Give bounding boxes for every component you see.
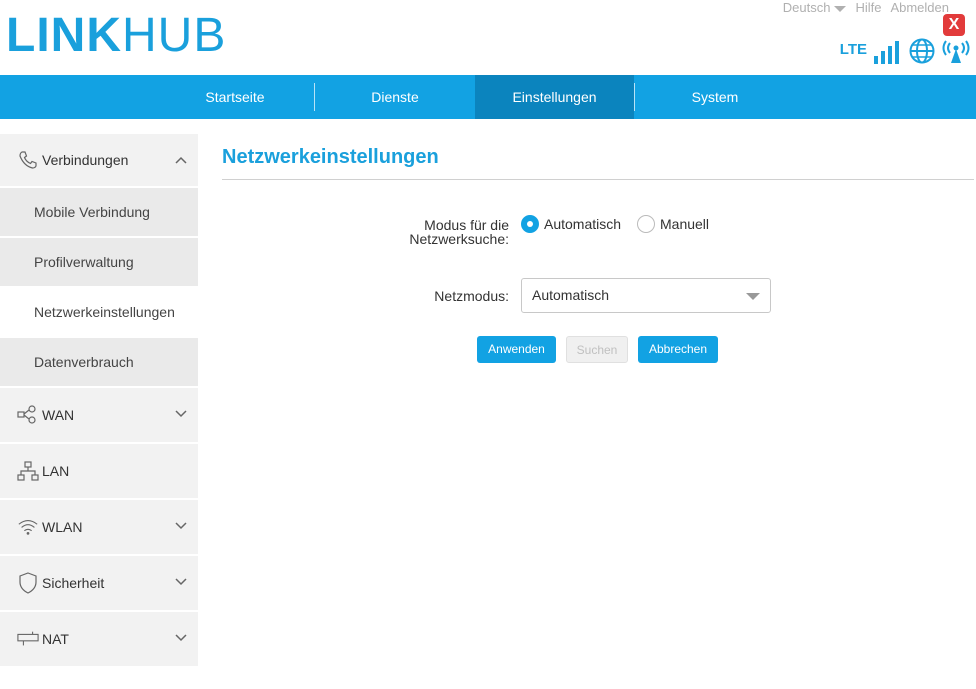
nav-system[interactable]: System	[635, 75, 795, 119]
page-title: Netzwerkeinstellungen	[222, 134, 974, 180]
network-nodes-icon	[17, 404, 39, 426]
sidebar-group-lan[interactable]: LAN	[0, 444, 198, 500]
sidebar-group-label: LAN	[42, 463, 70, 479]
radio-automatisch[interactable]: Automatisch	[521, 215, 621, 233]
wifi-icon	[17, 516, 39, 538]
sidebar-item-netzwerkeinstellungen[interactable]: Netzwerkeinstellungen	[0, 288, 198, 338]
main-navbar: Startseite Dienste Einstellungen System	[0, 75, 976, 119]
main-content: Netzwerkeinstellungen	[222, 134, 974, 180]
nav-einstellungen[interactable]: Einstellungen	[475, 75, 634, 119]
signal-bars-icon	[874, 41, 899, 64]
nav-startseite[interactable]: Startseite	[155, 75, 315, 119]
help-link[interactable]: Hilfe	[855, 0, 881, 15]
linkhub-logo[interactable]: LINKHUB	[6, 8, 226, 64]
sidebar-group-nat[interactable]: NAT	[0, 612, 198, 668]
sidebar-group-label: Sicherheit	[42, 575, 105, 591]
radio-dot-checked	[521, 215, 539, 233]
chevron-down-icon	[175, 522, 187, 530]
dropdown-arrow-icon	[746, 293, 760, 300]
sidebar-group-wan[interactable]: WAN	[0, 388, 198, 444]
lan-icon	[17, 460, 39, 482]
radio-manuell[interactable]: Manuell	[637, 215, 709, 233]
netzmodus-label: Netzmodus:	[434, 288, 509, 304]
chevron-down-icon	[175, 578, 187, 586]
sidebar-group-label: Verbindungen	[42, 152, 129, 168]
chevron-down-icon	[175, 410, 187, 418]
apply-button[interactable]: Anwenden	[477, 336, 556, 363]
sidebar-item-mobile-verbindung[interactable]: Mobile Verbindung	[0, 188, 198, 238]
language-select[interactable]: Deutsch	[783, 0, 847, 15]
sidebar-group-label: WLAN	[42, 519, 83, 535]
chevron-up-icon	[175, 156, 187, 164]
sidebar-group-label: WAN	[42, 407, 75, 423]
cancel-button[interactable]: Abbrechen	[638, 336, 718, 363]
shield-icon	[17, 572, 39, 594]
search-button[interactable]: Suchen	[566, 336, 628, 363]
logout-link[interactable]: Abmelden	[890, 0, 949, 15]
sidebar-group-wlan[interactable]: WLAN	[0, 500, 198, 556]
search-mode-label: Modus für die Netzwerksuche:	[409, 217, 509, 247]
top-links: Deutsch Hilfe Abmelden	[783, 0, 949, 15]
chevron-down-icon	[175, 634, 187, 642]
sidebar-item-datenverbrauch[interactable]: Datenverbrauch	[0, 338, 198, 388]
sidebar-item-profilverwaltung[interactable]: Profilverwaltung	[0, 238, 198, 288]
netzmodus-select[interactable]: Automatisch	[521, 278, 771, 313]
caret-down-icon	[834, 5, 847, 12]
nav-dienste[interactable]: Dienste	[315, 75, 475, 119]
sidebar-group-verbindungen[interactable]: Verbindungen	[0, 134, 198, 188]
network-type: LTE	[839, 41, 867, 58]
phone-icon	[17, 149, 39, 171]
header: LINKHUB Deutsch Hilfe Abmelden X LTE	[0, 0, 976, 75]
sidebar: Verbindungen Mobile Verbindung Profilver…	[0, 134, 198, 668]
globe-icon	[909, 38, 935, 64]
sidebar-group-sicherheit[interactable]: Sicherheit	[0, 556, 198, 612]
nat-icon	[17, 628, 39, 650]
sidebar-group-label: NAT	[42, 631, 69, 647]
status-bar: LTE	[840, 36, 971, 64]
wifi-broadcast-icon	[942, 40, 970, 63]
radio-dot	[637, 215, 655, 233]
close-button[interactable]: X	[943, 14, 965, 36]
